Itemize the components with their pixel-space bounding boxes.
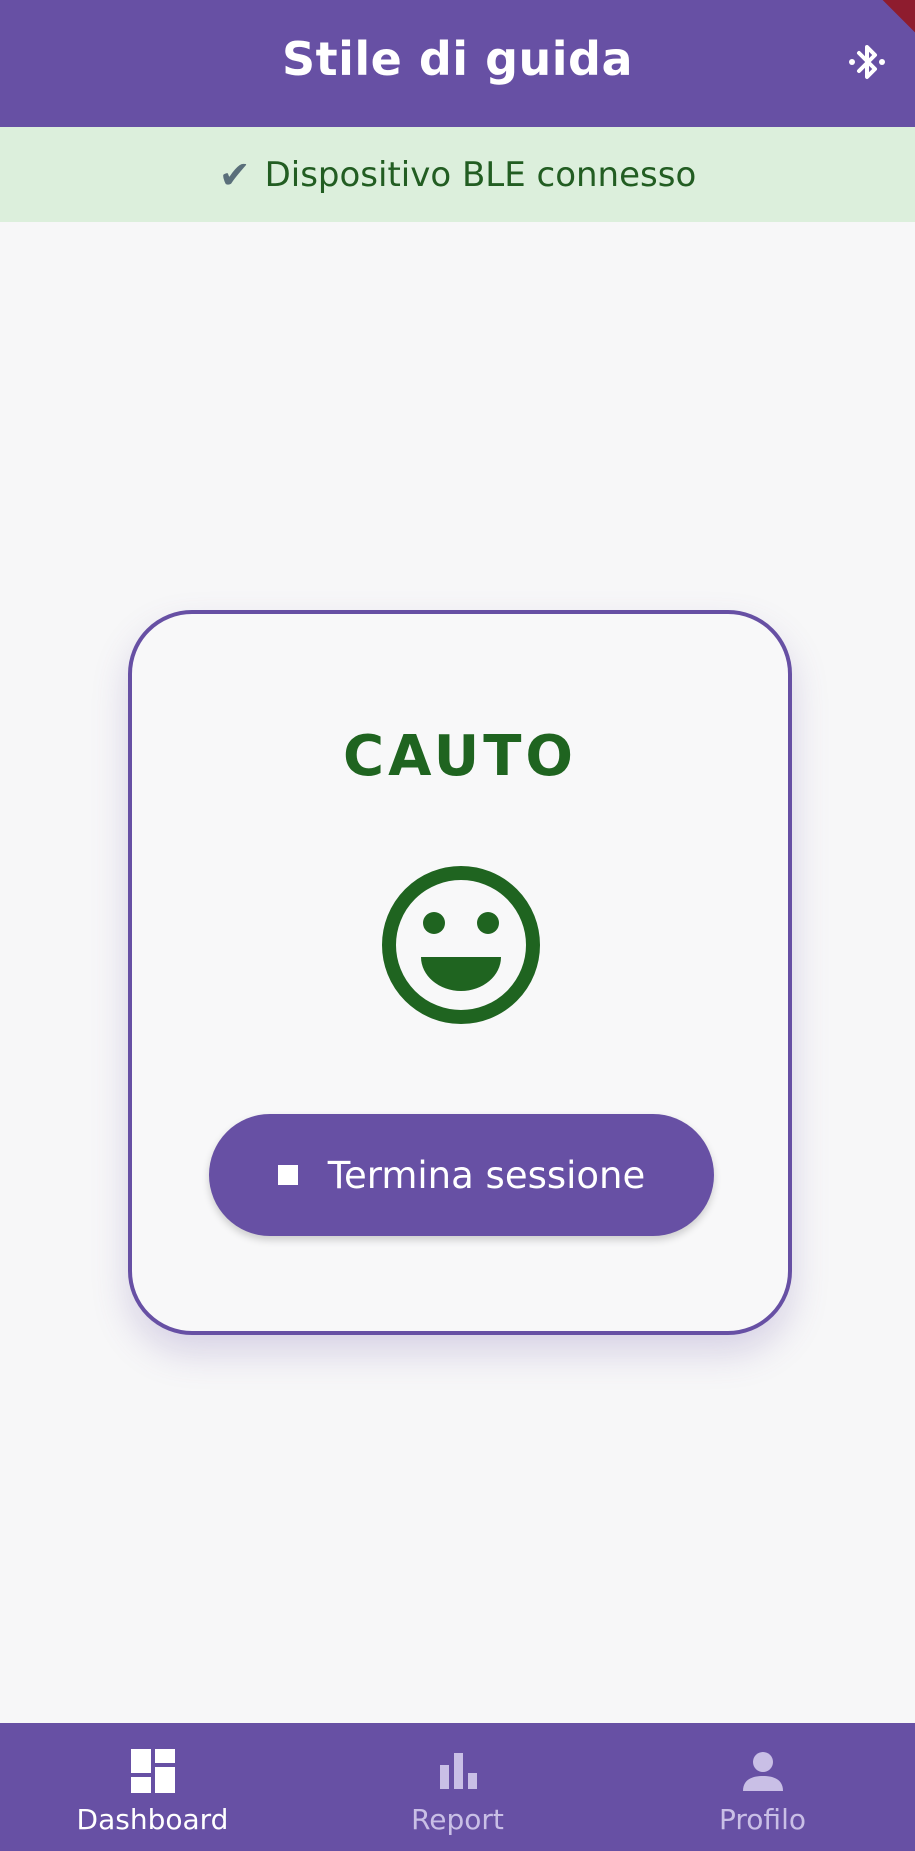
stop-icon xyxy=(277,1165,298,1185)
end-session-label: Termina sessione xyxy=(327,1153,646,1197)
end-session-button[interactable]: Termina sessione xyxy=(209,1114,714,1236)
smiley-face-icon xyxy=(382,866,540,1024)
page-title: Stile di guida xyxy=(282,32,633,86)
connection-status-banner: ✔ Dispositivo BLE connesso xyxy=(0,127,915,222)
nav-item-report[interactable]: Report xyxy=(305,1723,610,1851)
screen: Stile di guida ✔ Dispositivo BLE conness… xyxy=(0,0,915,1851)
bar-chart-icon xyxy=(434,1747,482,1795)
nav-item-profilo[interactable]: Profilo xyxy=(610,1723,915,1851)
person-icon xyxy=(739,1747,787,1795)
driving-style-card: CAUTO Termina sessione xyxy=(128,610,792,1335)
driving-mode-label: CAUTO xyxy=(343,724,577,789)
nav-item-dashboard[interactable]: Dashboard xyxy=(0,1723,305,1851)
bluetooth-button[interactable] xyxy=(835,30,899,94)
bottom-navigation: Dashboard Report Profilo xyxy=(0,1723,915,1851)
nav-label-report: Report xyxy=(411,1803,504,1836)
check-mark-icon: ✔ xyxy=(218,152,251,197)
bluetooth-searching-icon xyxy=(849,45,885,79)
nav-label-dashboard: Dashboard xyxy=(76,1803,229,1836)
nav-label-profilo: Profilo xyxy=(719,1803,806,1836)
dashboard-icon xyxy=(129,1747,177,1795)
connection-status-text: Dispositivo BLE connesso xyxy=(264,154,697,195)
app-bar: Stile di guida xyxy=(0,0,915,127)
